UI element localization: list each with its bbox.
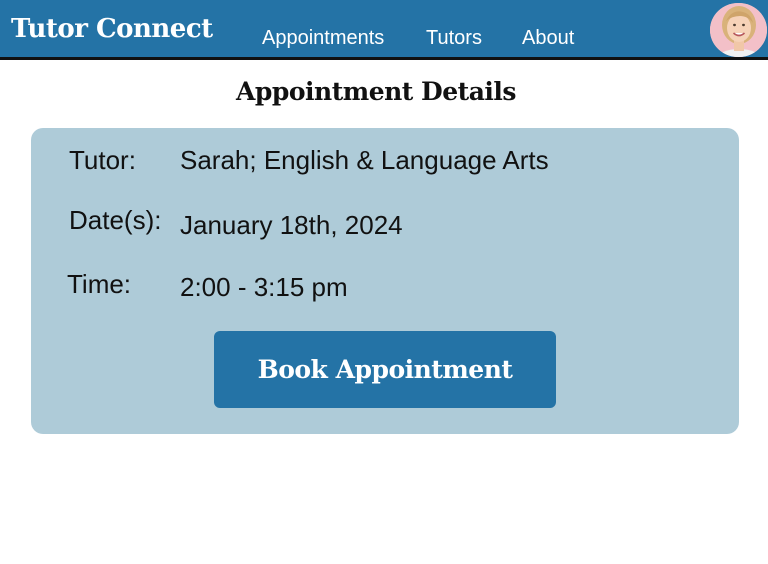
user-avatar-icon[interactable] [710, 3, 767, 57]
tutor-value: Sarah; English & Language Arts [180, 145, 549, 175]
avatar-portrait-icon [710, 3, 767, 57]
top-navbar: Tutor Connect Appointments Tutors About [0, 0, 768, 60]
appointment-details-card: Tutor: Sarah; English & Language Arts Da… [31, 128, 739, 434]
tutor-label: Tutor: [69, 145, 136, 175]
date-value: January 18th, 2024 [180, 210, 403, 240]
book-appointment-button[interactable]: Book Appointment [214, 331, 556, 408]
time-value: 2:00 - 3:15 pm [180, 272, 348, 302]
brand-logo[interactable]: Tutor Connect [11, 16, 213, 42]
date-label: Date(s): [69, 205, 162, 235]
nav-link-appointments[interactable]: Appointments [262, 28, 384, 48]
nav-link-about[interactable]: About [522, 28, 574, 48]
time-label: Time: [67, 269, 132, 299]
page-title: Appointment Details [236, 77, 516, 106]
nav-link-tutors[interactable]: Tutors [426, 28, 482, 48]
